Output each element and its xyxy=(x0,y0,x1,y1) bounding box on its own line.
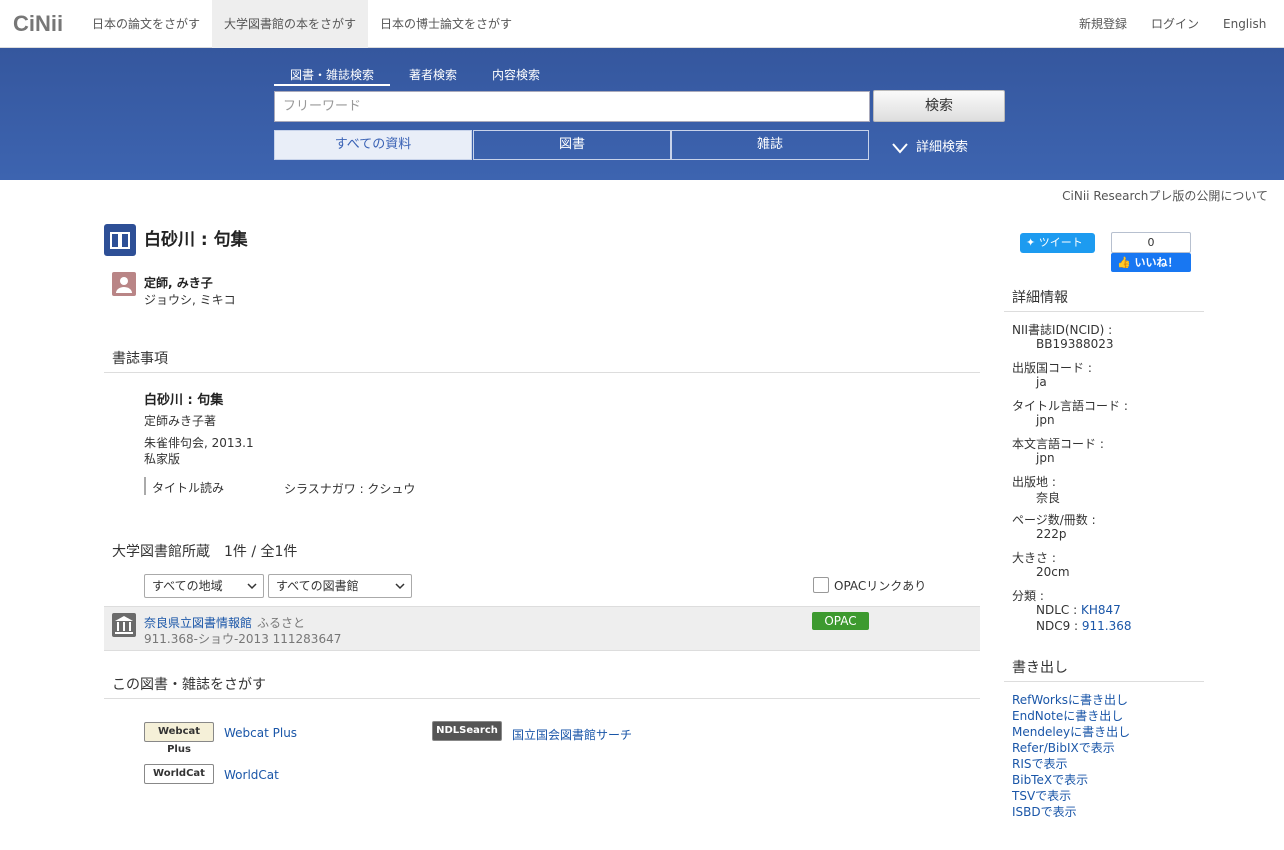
detail-key-pages: ページ数/冊数 : xyxy=(1012,513,1096,527)
chevron-down-icon xyxy=(247,583,257,590)
export-ris-link[interactable]: RISで表示 xyxy=(1012,755,1068,772)
tab-book-search[interactable]: 図書・雑誌検索 xyxy=(274,66,390,86)
nav-articles[interactable]: 日本の論文をさがす xyxy=(80,0,212,48)
tweet-label: ツイート xyxy=(1038,236,1083,249)
export-refer-link[interactable]: Refer/BibIXで表示 xyxy=(1012,739,1115,756)
facebook-like-label: いいね！ xyxy=(1134,256,1179,269)
bibliographic-heading: 書誌事項 xyxy=(112,351,168,367)
divider xyxy=(1004,681,1204,682)
facebook-like-button[interactable]: 👍 いいね！ xyxy=(1111,253,1191,272)
book-icon xyxy=(104,224,136,256)
region-select[interactable]: すべての地域 xyxy=(144,574,264,598)
detail-key-country: 出版国コード : xyxy=(1012,361,1092,375)
ndlc-label: NDLC : xyxy=(1036,603,1081,617)
nav-books[interactable]: 大学図書館の本をさがす xyxy=(212,0,369,48)
export-isbd-link[interactable]: ISBDで表示 xyxy=(1012,803,1077,820)
tweet-button[interactable]: ✦ ツイート xyxy=(1020,233,1095,253)
scope-all[interactable]: すべての資料 xyxy=(274,130,472,160)
opac-checkbox[interactable] xyxy=(813,577,829,593)
twitter-bird-icon: ✦ xyxy=(1026,236,1039,249)
library-select[interactable]: すべての図書館 xyxy=(268,574,412,598)
nav-register[interactable]: 新規登録 xyxy=(1067,0,1139,48)
export-mendeley-link[interactable]: Mendeleyに書き出し xyxy=(1012,723,1130,740)
detail-key-ncid: NII書誌ID(NCID) : xyxy=(1012,323,1113,337)
research-prerelease-link[interactable]: CiNii Researchプレ版の公開について xyxy=(1062,187,1268,204)
bib-title: 白砂川 : 句集 xyxy=(144,393,224,408)
person-icon xyxy=(112,272,136,296)
detail-value-title-lang: jpn xyxy=(1036,413,1055,427)
detail-key-text-lang: 本文言語コード : xyxy=(1012,437,1104,451)
tab-content-search[interactable]: 内容検索 xyxy=(492,66,540,86)
thumbs-up-icon: 👍 xyxy=(1117,256,1135,269)
export-refworks-link[interactable]: RefWorksに書き出し xyxy=(1012,691,1128,708)
library-building-icon xyxy=(112,613,136,637)
detail-value-country: ja xyxy=(1036,375,1047,389)
region-select-value: すべての地域 xyxy=(152,579,223,593)
book-title: 白砂川 : 句集 xyxy=(144,230,248,250)
divider xyxy=(104,372,980,373)
detail-key-size: 大きさ : xyxy=(1012,551,1056,565)
search-band: 図書・雑誌検索 著者検索 内容検索 検索 すべての資料 図書 雑誌 詳細検索 xyxy=(0,48,1284,180)
export-bibtex-link[interactable]: BibTeXで表示 xyxy=(1012,771,1088,788)
advanced-search-toggle[interactable]: 詳細検索 xyxy=(892,136,968,156)
holdings-heading: 大学図書館所蔵 1件 / 全1件 xyxy=(112,544,298,560)
bib-edition: 私家版 xyxy=(144,452,181,466)
export-tsv-link[interactable]: TSVで表示 xyxy=(1012,787,1071,804)
scope-journals[interactable]: 雑誌 xyxy=(671,130,869,160)
detail-value-pages: 222p xyxy=(1036,527,1067,541)
library-select-value: すべての図書館 xyxy=(276,579,359,593)
author-name[interactable]: 定師, みき子 xyxy=(144,274,213,291)
webcat-plus-link[interactable]: Webcat Plus xyxy=(224,726,297,740)
export-endnote-link[interactable]: EndNoteに書き出し xyxy=(1012,707,1123,724)
nav-login[interactable]: ログイン xyxy=(1139,0,1211,48)
bib-publisher: 朱雀俳句会, 2013.1 xyxy=(144,436,254,450)
webcat-plus-logo[interactable]: Webcat Plus xyxy=(144,722,214,755)
worldcat-link[interactable]: WorldCat xyxy=(224,768,279,782)
ndl-search-link[interactable]: 国立国会図書館サーチ xyxy=(512,726,632,743)
detail-ndc9: NDC9 : 911.368 xyxy=(1036,619,1132,633)
detail-value-place: 奈良 xyxy=(1036,491,1061,505)
nav-dissertations[interactable]: 日本の博士論文をさがす xyxy=(368,0,524,48)
detail-key-title-lang: タイトル言語コード : xyxy=(1012,399,1128,413)
library-name-link[interactable]: 奈良県立図書情報館 xyxy=(144,614,252,631)
detail-key-classification: 分類 : xyxy=(1012,589,1044,603)
author-kana: ジョウシ, ミキコ xyxy=(144,293,236,307)
export-heading: 書き出し xyxy=(1012,660,1068,676)
cinii-logo[interactable]: CiNii xyxy=(13,11,65,35)
detail-key-place: 出版地 : xyxy=(1012,475,1056,489)
scope-books[interactable]: 図書 xyxy=(473,130,671,160)
detail-value-ncid: BB19388023 xyxy=(1036,337,1114,351)
ndlc-link[interactable]: KH847 xyxy=(1081,603,1121,617)
opac-checkbox-label: OPACリンクあり xyxy=(834,579,927,593)
bib-responsibility: 定師みき子著 xyxy=(144,414,217,428)
library-sub: ふるさと xyxy=(257,616,306,630)
chevron-down-icon xyxy=(395,583,405,590)
svg-text:CiNii: CiNii xyxy=(13,11,63,35)
tab-author-search[interactable]: 著者検索 xyxy=(409,66,457,86)
worldcat-logo[interactable]: WorldCat xyxy=(144,764,214,784)
divider xyxy=(1004,311,1204,312)
top-navigation: CiNii 日本の論文をさがす 大学図書館の本をさがす 日本の博士論文をさがす … xyxy=(0,0,1284,48)
facebook-like-count: 0 xyxy=(1111,232,1191,253)
search-elsewhere-heading: この図書・雑誌をさがす xyxy=(112,677,266,693)
chevron-down-icon xyxy=(892,142,908,154)
ndc9-link[interactable]: 911.368 xyxy=(1082,619,1132,633)
search-button[interactable]: 検索 xyxy=(873,90,1005,122)
reading-label: タイトル読み xyxy=(152,481,225,495)
ndl-search-logo[interactable]: NDLSearch xyxy=(432,721,502,741)
reading-bar xyxy=(144,477,146,495)
detail-value-text-lang: jpn xyxy=(1036,451,1055,465)
call-number: 911.368-ショウ-2013 111283647 xyxy=(144,632,342,646)
reading-value: シラスナガワ : クシュウ xyxy=(284,482,416,496)
nav-english[interactable]: English xyxy=(1211,0,1278,48)
opac-button[interactable]: OPAC xyxy=(812,612,869,630)
ndc9-label: NDC9 : xyxy=(1036,619,1082,633)
detail-ndlc: NDLC : KH847 xyxy=(1036,603,1121,617)
search-input[interactable] xyxy=(274,91,870,122)
advanced-search-label: 詳細検索 xyxy=(916,140,969,155)
detail-value-size: 20cm xyxy=(1036,565,1070,579)
details-heading: 詳細情報 xyxy=(1012,290,1068,306)
divider xyxy=(104,698,980,699)
